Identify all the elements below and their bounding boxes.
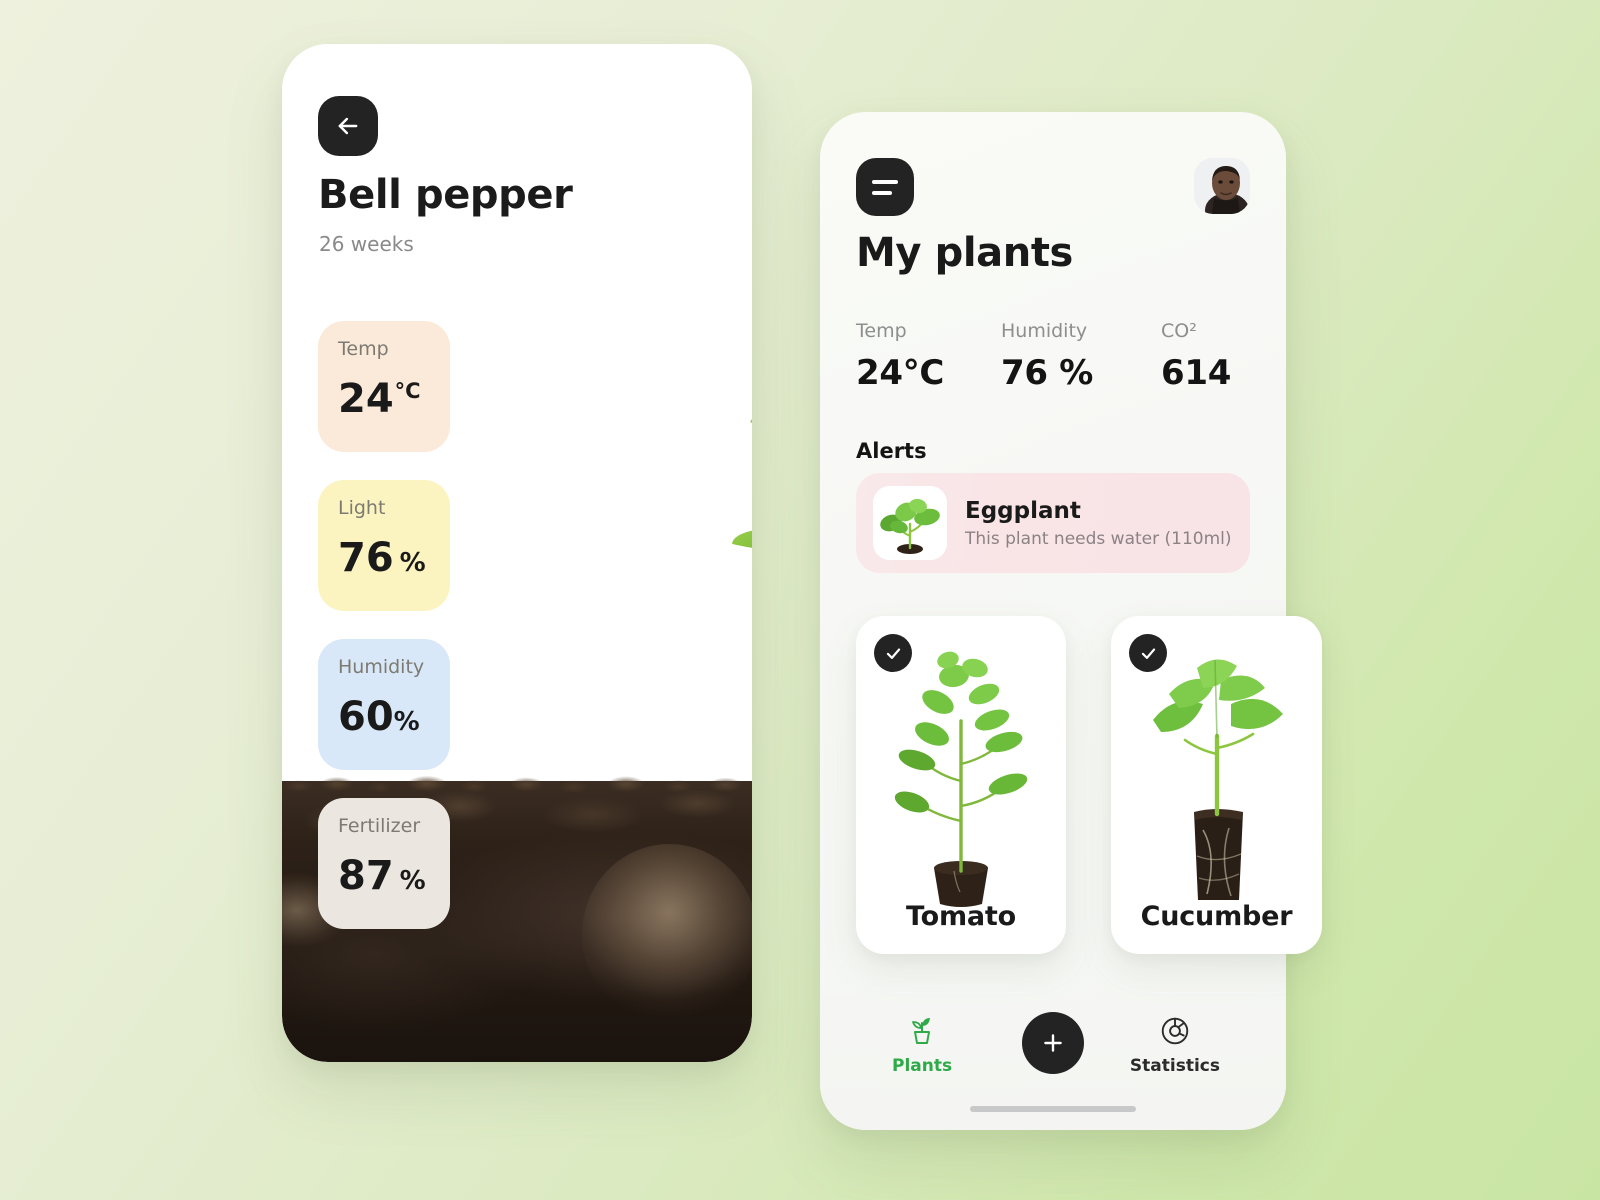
metric-label: Humidity xyxy=(338,656,425,678)
cucumber-check-badge[interactable] xyxy=(1129,634,1167,672)
tomato-check-badge[interactable] xyxy=(874,634,912,672)
stat-label: Humidity xyxy=(1001,320,1088,342)
plant-leaf xyxy=(749,386,752,482)
page-title: My plants xyxy=(856,230,1073,276)
metric-card-temp[interactable]: Temp 24°C xyxy=(318,321,450,452)
metric-unit: % xyxy=(399,866,426,896)
nav-item-statistics[interactable]: Statistics xyxy=(1130,1014,1220,1076)
metric-card-fertilizer[interactable]: Fertilizer 87% xyxy=(318,798,450,929)
back-button[interactable] xyxy=(318,96,378,156)
metric-value: 76% xyxy=(338,538,450,578)
plant-rootball xyxy=(582,844,752,1024)
user-avatar-icon xyxy=(1194,158,1250,214)
stat-temp: Temp 24°C xyxy=(856,320,1001,393)
my-plants-phone: My plants Temp 24°C Humidity 76 % CO² 61… xyxy=(820,112,1322,1130)
stat-label: CO² xyxy=(1161,320,1197,342)
page-title: Bell pepper xyxy=(318,172,573,218)
menu-button[interactable] xyxy=(856,158,914,216)
alert-description: This plant needs water (110ml) xyxy=(965,528,1232,549)
plant-card-cucumber[interactable]: Cucumber xyxy=(1111,616,1322,954)
metric-value: 60% xyxy=(338,697,450,737)
metric-number: 76 xyxy=(338,535,394,581)
home-indicator-bar[interactable] xyxy=(970,1106,1136,1112)
plant-leaf xyxy=(731,510,752,572)
donut-chart-icon xyxy=(1161,1017,1189,1045)
stat-humidity: Humidity 76 % xyxy=(1001,320,1161,393)
stat-value: 614 xyxy=(1161,353,1232,393)
check-circle-icon xyxy=(1141,647,1155,659)
bottom-navigation-bar: Plants Statistics xyxy=(820,980,1286,1130)
metric-card-light[interactable]: Light 76% xyxy=(318,480,450,611)
alerts-heading: Alerts xyxy=(856,439,927,463)
avatar[interactable] xyxy=(1194,158,1250,214)
metric-label: Fertilizer xyxy=(338,815,421,837)
eggplant-plant-icon xyxy=(873,486,947,560)
metric-value: 24°C xyxy=(338,379,450,419)
eggplant-seedling-thumbnail xyxy=(873,486,947,560)
arrow-left-icon xyxy=(338,117,358,135)
metric-value: 87% xyxy=(338,856,450,896)
environment-stats-row: Temp 24°C Humidity 76 % CO² 614 xyxy=(856,320,1250,393)
metric-label: Temp xyxy=(338,338,389,360)
plant-card-name: Cucumber xyxy=(1140,901,1293,932)
metric-number: 87 xyxy=(338,853,394,899)
metric-card-humidity[interactable]: Humidity 60% xyxy=(318,639,450,770)
metric-unit: °C xyxy=(394,378,421,403)
plus-icon xyxy=(1044,1034,1062,1052)
hamburger-menu-icon-line xyxy=(872,190,892,195)
metric-number: 60 xyxy=(338,694,394,740)
nav-label: Statistics xyxy=(1129,1056,1220,1076)
stat-label: Temp xyxy=(856,320,907,342)
soil-surface-ridge xyxy=(282,772,752,792)
metric-unit: % xyxy=(393,707,420,737)
alert-card-eggplant[interactable]: Eggplant This plant needs water (110ml) xyxy=(856,473,1250,573)
stat-value: 76 % xyxy=(1001,353,1094,393)
check-circle-icon xyxy=(886,647,900,659)
metric-unit: % xyxy=(399,548,426,578)
hamburger-menu-icon xyxy=(872,179,898,184)
plant-card-name: Tomato xyxy=(906,901,1016,932)
nav-label: Plants xyxy=(892,1056,953,1076)
plant-detail-phone: Bell pepper 26 weeks Temp 24°C Light 76%… xyxy=(282,44,752,1062)
stat-co2: CO² 614 xyxy=(1161,320,1231,393)
metric-label: Light xyxy=(338,497,386,519)
alert-title: Eggplant xyxy=(965,497,1081,524)
stat-value: 24°C xyxy=(856,353,945,393)
potted-plant-icon xyxy=(912,1018,931,1044)
nav-item-plants[interactable]: Plants xyxy=(892,1012,952,1076)
add-plant-fab[interactable] xyxy=(1022,1012,1084,1074)
plant-card-tomato[interactable]: Tomato xyxy=(856,616,1066,954)
alert-text: Eggplant This plant needs water (110ml) xyxy=(965,498,1232,549)
plant-age-label: 26 weeks xyxy=(319,232,414,256)
metric-number: 24 xyxy=(338,376,394,422)
